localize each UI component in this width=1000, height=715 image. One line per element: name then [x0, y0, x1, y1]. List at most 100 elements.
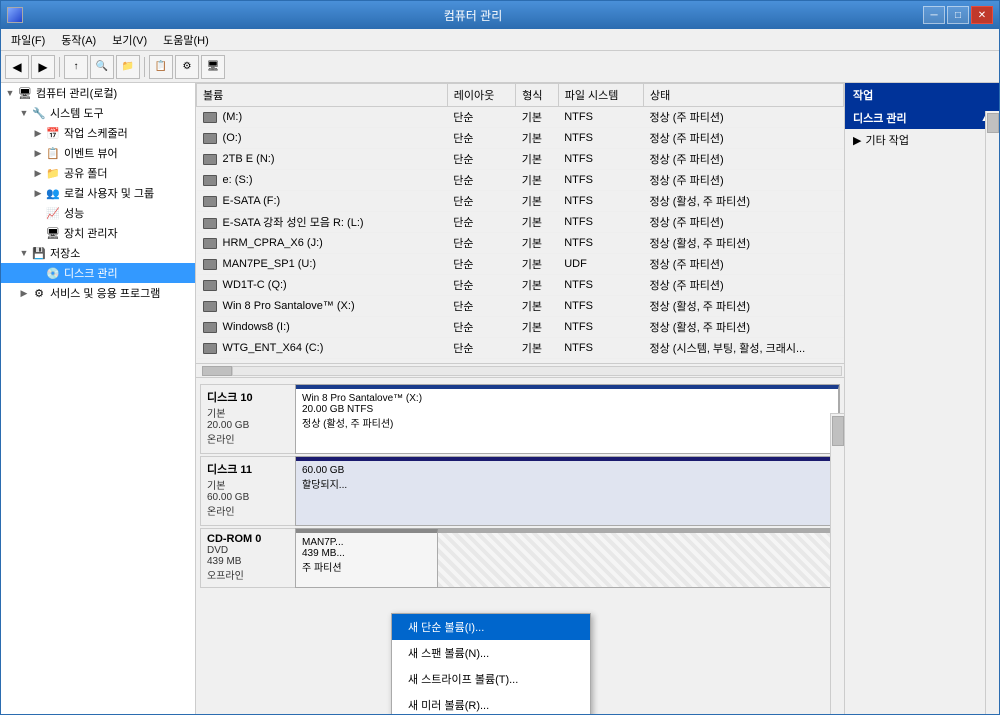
table-row[interactable]: Win 8 Pro Santalove™ (X:) 단순 기본 NTFS 정상 …: [197, 296, 844, 317]
col-status[interactable]: 상태: [644, 84, 844, 107]
computer-icon: 🖥: [17, 85, 33, 101]
tree-item-performance[interactable]: 📈 성능: [1, 203, 195, 223]
table-row[interactable]: E-SATA 강좌 성인 모음 R: (L:) 단순 기본 NTFS 정상 (주…: [197, 212, 844, 233]
tree-item-root[interactable]: ▼ 🖥 컴퓨터 관리(로컬): [1, 83, 195, 103]
menu-file[interactable]: 파일(F): [5, 30, 51, 50]
device-icon: 🖥: [45, 225, 61, 241]
table-row[interactable]: E-SATA (F:) 단순 기본 NTFS 정상 (활성, 주 파티션): [197, 191, 844, 212]
context-menu-item-2[interactable]: 새 스트라이프 볼륨(T)...: [392, 666, 590, 692]
tree-toggle-shared[interactable]: ▶: [31, 168, 45, 179]
cdrom0-partition-1[interactable]: [438, 529, 839, 587]
tree-item-shared-folders[interactable]: ▶ 📁 공유 폴더: [1, 163, 195, 183]
toolbar-forward[interactable]: ▶: [31, 55, 55, 79]
cell-status: 정상 (주 파티션): [644, 275, 844, 296]
storage-icon: 💾: [31, 245, 47, 261]
main-layout: ▼ 🖥 컴퓨터 관리(로컬) ▼ 🔧 시스템 도구 ▶ 📅 작업 스케줄러 ▶ …: [1, 83, 999, 714]
tree-toggle-services[interactable]: ▶: [17, 288, 31, 299]
h-scrollbar[interactable]: [196, 363, 844, 377]
v-scrollbar-diskmap[interactable]: [830, 413, 844, 715]
context-menu-item-0[interactable]: 새 단순 볼륨(I)...: [392, 614, 590, 640]
actions-arrow: ▶: [853, 134, 861, 147]
system-tools-icon: 🔧: [31, 105, 47, 121]
table-row[interactable]: Windows8 (I:) 단순 기본 NTFS 정상 (활성, 주 파티션): [197, 317, 844, 338]
drive-icon: [203, 133, 217, 144]
partition-label: Win 8 Pro Santalove™ (X:): [302, 393, 832, 404]
tree-item-storage[interactable]: ▼ 💾 저장소: [1, 243, 195, 263]
tree-item-event-viewer[interactable]: ▶ 📋 이벤트 뷰어: [1, 143, 195, 163]
cell-layout: 단순: [447, 170, 515, 191]
close-button[interactable]: ✕: [971, 6, 993, 24]
disk10-content: Win 8 Pro Santalove™ (X:) 20.00 GB NTFS …: [295, 384, 840, 454]
toolbar-back[interactable]: ◀: [5, 55, 29, 79]
tree-toggle-storage[interactable]: ▼: [17, 248, 31, 258]
tree-toggle-users[interactable]: ▶: [31, 188, 45, 199]
menu-help[interactable]: 도움말(H): [157, 30, 215, 50]
cell-type: 기본: [516, 296, 559, 317]
drive-icon: [203, 238, 217, 249]
cell-volume: e: (S:): [197, 170, 448, 191]
minimize-button[interactable]: ─: [923, 6, 945, 24]
table-row[interactable]: WD1T-C (Q:) 단순 기본 NTFS 정상 (주 파티션): [197, 275, 844, 296]
tree-item-disk-management[interactable]: 💿 디스크 관리: [1, 263, 195, 283]
cell-layout: 단순: [447, 191, 515, 212]
cell-status: 정상 (활성, 주 파티션): [644, 296, 844, 317]
v-scrollbar-actions[interactable]: [985, 111, 999, 714]
disk-map-row-cdrom0: CD-ROM 0 DVD 439 MB 오프라인 MAN7P... 439 MB…: [200, 528, 840, 588]
tree-toggle-system[interactable]: ▼: [17, 108, 31, 118]
cell-fs: NTFS: [558, 191, 643, 212]
cell-fs: NTFS: [558, 149, 643, 170]
drive-icon: [203, 259, 217, 270]
drive-icon: [203, 322, 217, 333]
toolbar-up[interactable]: ↑: [64, 55, 88, 79]
cell-type: 기본: [516, 170, 559, 191]
tree-toggle-root[interactable]: ▼: [3, 88, 17, 98]
tree-toggle-event[interactable]: ▶: [31, 148, 45, 159]
actions-panel: 작업 디스크 관리 ▲ ▶ 기타 작업: [844, 83, 999, 714]
disk11-label: 디스크 11 기본 60.00 GB 온라인: [200, 456, 295, 526]
actions-item-label: 기타 작업: [865, 132, 909, 148]
table-row[interactable]: (M:) 단순 기본 NTFS 정상 (주 파티션): [197, 107, 844, 128]
table-row[interactable]: WTG_ENT_X64 (C:) 단순 기본 NTFS 정상 (시스템, 부팅,…: [197, 338, 844, 359]
partition-label: 60.00 GB: [302, 465, 832, 476]
col-volume[interactable]: 볼륨: [197, 84, 448, 107]
toolbar-btn5[interactable]: 📋: [149, 55, 173, 79]
cell-fs: UDF: [558, 254, 643, 275]
context-menu-item-3[interactable]: 새 미러 볼륨(R)...: [392, 692, 590, 714]
toolbar-sep2: [144, 57, 145, 77]
actions-item-other[interactable]: ▶ 기타 작업: [845, 129, 999, 151]
drive-icon: [203, 196, 217, 207]
drive-icon: [203, 112, 217, 123]
tree-item-device-manager[interactable]: 🖥 장치 관리자: [1, 223, 195, 243]
disk-list-area: 볼륨 레이아웃 형식 파일 시스템 상태 (M:) 단순 기본 N: [196, 83, 844, 378]
cell-volume: (O:): [197, 128, 448, 149]
table-row[interactable]: e: (S:) 단순 기본 NTFS 정상 (주 파티션): [197, 170, 844, 191]
col-fs[interactable]: 파일 시스템: [558, 84, 643, 107]
table-row[interactable]: MAN7PE_SP1 (U:) 단순 기본 UDF 정상 (주 파티션): [197, 254, 844, 275]
menu-bar: 파일(F) 동작(A) 보기(V) 도움말(H): [1, 29, 999, 51]
cdrom0-partition-0[interactable]: MAN7P... 439 MB... 주 파티션: [296, 529, 438, 587]
toolbar-search[interactable]: 🔍: [90, 55, 114, 79]
cell-fs: NTFS: [558, 107, 643, 128]
table-row[interactable]: HRM_CPRA_X6 (J:) 단순 기본 NTFS 정상 (활성, 주 파티…: [197, 233, 844, 254]
tree-item-system-tools[interactable]: ▼ 🔧 시스템 도구: [1, 103, 195, 123]
toolbar-folders[interactable]: 📁: [116, 55, 140, 79]
tree-item-task-scheduler[interactable]: ▶ 📅 작업 스케줄러: [1, 123, 195, 143]
menu-action[interactable]: 동작(A): [55, 30, 102, 50]
col-type[interactable]: 형식: [516, 84, 559, 107]
table-row[interactable]: (O:) 단순 기본 NTFS 정상 (주 파티션): [197, 128, 844, 149]
tree-item-services[interactable]: ▶ ⚙ 서비스 및 응용 프로그램: [1, 283, 195, 303]
disk10-partition-0[interactable]: Win 8 Pro Santalove™ (X:) 20.00 GB NTFS …: [296, 385, 839, 453]
menu-view[interactable]: 보기(V): [106, 30, 153, 50]
table-row[interactable]: 2TB E (N:) 단순 기본 NTFS 정상 (주 파티션): [197, 149, 844, 170]
cell-fs: NTFS: [558, 338, 643, 359]
actions-section-disk-management[interactable]: 디스크 관리 ▲: [845, 107, 999, 129]
maximize-button[interactable]: □: [947, 6, 969, 24]
disk11-partition-0[interactable]: 60.00 GB 할당되지...: [296, 457, 839, 525]
tree-item-local-users[interactable]: ▶ 👥 로컬 사용자 및 그룹: [1, 183, 195, 203]
toolbar-btn6[interactable]: ⚙: [175, 55, 199, 79]
disk10-name: 디스크 10: [207, 389, 289, 405]
context-menu-item-1[interactable]: 새 스팬 볼륨(N)...: [392, 640, 590, 666]
col-layout[interactable]: 레이아웃: [447, 84, 515, 107]
toolbar-btn7[interactable]: 🖥: [201, 55, 225, 79]
tree-toggle-task[interactable]: ▶: [31, 128, 45, 139]
